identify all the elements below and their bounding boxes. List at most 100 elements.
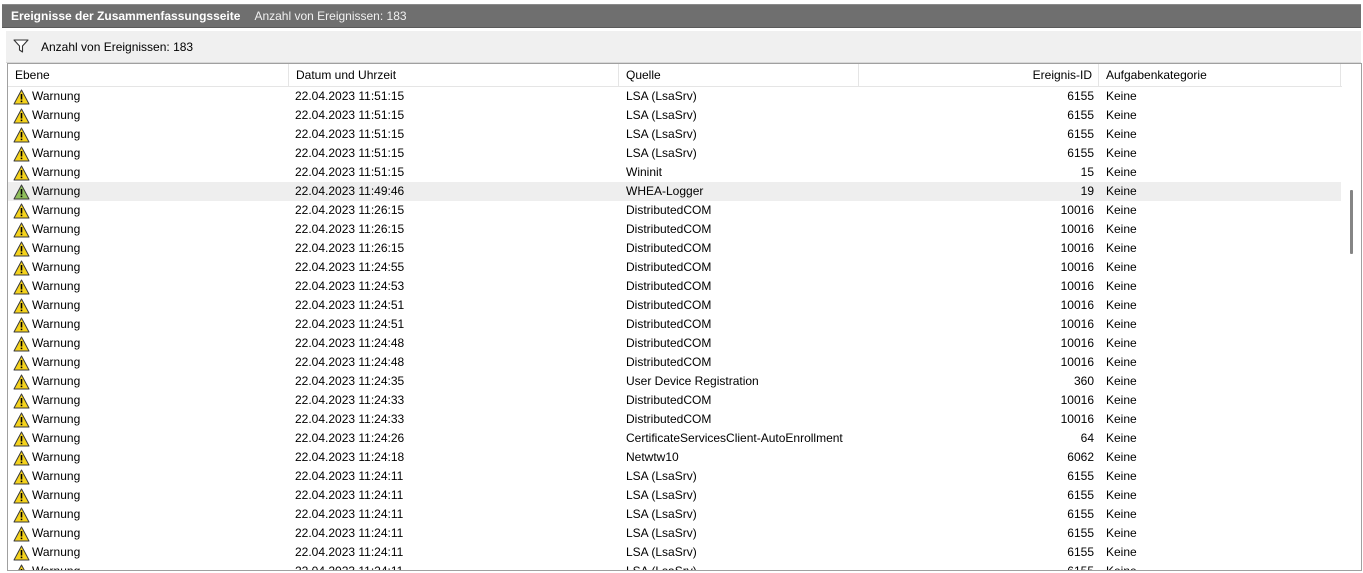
scrollbar-thumb[interactable] <box>1350 190 1353 254</box>
table-row[interactable]: Warnung 22.04.2023 11:24:11 LSA (LsaSrv) 61… <box>8 505 1341 524</box>
warning-icon <box>13 298 30 313</box>
level-cell: Warnung <box>13 524 283 543</box>
task-category-cell: Keine <box>1106 564 1137 571</box>
datetime-cell: 22.04.2023 11:51:15 <box>295 165 405 179</box>
table-row[interactable]: Warnung 22.04.2023 11:24:11 LSA (LsaSrv) 61… <box>8 562 1341 571</box>
source-cell: WHEA-Logger <box>626 184 704 198</box>
table-row[interactable]: Warnung 22.04.2023 11:24:33 DistributedCOM… <box>8 410 1341 429</box>
level-label: Warnung <box>32 222 81 236</box>
datetime-cell: 22.04.2023 11:24:55 <box>295 260 405 274</box>
level-cell: Warnung <box>13 163 283 182</box>
level-label: Warnung <box>32 469 81 483</box>
table-row[interactable]: Warnung 22.04.2023 11:24:11 LSA (LsaSrv) 61… <box>8 524 1341 543</box>
table-row[interactable]: Warnung 22.04.2023 11:24:51 DistributedCOM… <box>8 296 1341 315</box>
table-row[interactable]: Warnung 22.04.2023 11:51:15 LSA (LsaSrv) 61… <box>8 144 1341 163</box>
table-row[interactable]: Warnung 22.04.2023 11:26:15 DistributedCOM… <box>8 220 1341 239</box>
warning-icon <box>13 127 30 142</box>
level-cell: Warnung <box>13 277 283 296</box>
source-cell: DistributedCOM <box>626 412 712 426</box>
datetime-cell: 22.04.2023 11:24:48 <box>295 336 405 350</box>
event-id-cell: 6155 <box>1067 127 1094 141</box>
task-category-cell: Keine <box>1106 146 1137 160</box>
level-cell: Warnung <box>13 144 283 163</box>
warning-icon <box>13 89 30 104</box>
level-label: Warnung <box>32 526 81 540</box>
table-row[interactable]: Warnung 22.04.2023 11:24:11 LSA (LsaSrv) 61… <box>8 467 1341 486</box>
level-label: Warnung <box>32 89 81 103</box>
source-cell: User Device Registration <box>626 374 759 388</box>
warning-icon <box>13 526 30 541</box>
level-label: Warnung <box>32 241 81 255</box>
table-row[interactable]: Warnung 22.04.2023 11:26:15 DistributedCOM… <box>8 239 1341 258</box>
source-cell: DistributedCOM <box>626 279 712 293</box>
event-id-cell: 10016 <box>1060 203 1094 217</box>
table-row[interactable]: Warnung 22.04.2023 11:24:33 DistributedCOM… <box>8 391 1341 410</box>
table-row[interactable]: Warnung 22.04.2023 11:51:15 Wininit 15 Keine <box>8 163 1341 182</box>
task-category-cell: Keine <box>1106 431 1137 445</box>
table-row[interactable]: Warnung 22.04.2023 11:49:46 WHEA-Logger 19 K… <box>8 182 1341 201</box>
task-category-cell: Keine <box>1106 545 1137 559</box>
warning-icon <box>13 545 30 560</box>
table-row[interactable]: Warnung 22.04.2023 11:24:11 LSA (LsaSrv) 61… <box>8 486 1341 505</box>
table-row[interactable]: Warnung 22.04.2023 11:24:53 DistributedCOM… <box>8 277 1341 296</box>
table-row[interactable]: Warnung 22.04.2023 11:24:48 DistributedCOM… <box>8 334 1341 353</box>
warning-icon <box>13 507 30 522</box>
event-id-cell: 6155 <box>1067 507 1094 521</box>
table-row[interactable]: Warnung 22.04.2023 11:26:15 DistributedCOM… <box>8 201 1341 220</box>
table-row[interactable]: Warnung 22.04.2023 11:24:18 Netwtw10 6062 Ke… <box>8 448 1341 467</box>
source-cell: LSA (LsaSrv) <box>626 526 697 540</box>
source-cell: LSA (LsaSrv) <box>626 146 697 160</box>
warning-icon <box>13 165 30 180</box>
table-row[interactable]: Warnung 22.04.2023 11:24:35 User Device Re… <box>8 372 1341 391</box>
datetime-cell: 22.04.2023 11:24:11 <box>295 488 404 502</box>
task-category-cell: Keine <box>1106 469 1137 483</box>
warning-icon <box>13 317 30 332</box>
event-id-cell: 10016 <box>1060 298 1094 312</box>
level-cell: Warnung <box>13 125 283 144</box>
column-header-level[interactable]: Ebene <box>8 64 289 86</box>
panel-subtitle: Anzahl von Ereignissen: 183 <box>254 9 407 23</box>
table-row[interactable]: Warnung 22.04.2023 11:24:11 LSA (LsaSrv) 61… <box>8 543 1341 562</box>
source-cell: LSA (LsaSrv) <box>626 89 697 103</box>
table-row[interactable]: Warnung 22.04.2023 11:24:48 DistributedCOM… <box>8 353 1341 372</box>
table-row[interactable]: Warnung 22.04.2023 11:51:15 LSA (LsaSrv) 61… <box>8 125 1341 144</box>
table-row[interactable]: Warnung 22.04.2023 11:51:15 LSA (LsaSrv) 61… <box>8 106 1341 125</box>
source-cell: LSA (LsaSrv) <box>626 127 697 141</box>
datetime-cell: 22.04.2023 11:24:33 <box>295 412 405 426</box>
source-cell: DistributedCOM <box>626 393 712 407</box>
event-id-cell: 6062 <box>1067 450 1094 464</box>
datetime-cell: 22.04.2023 11:24:51 <box>295 298 405 312</box>
task-category-cell: Keine <box>1106 488 1137 502</box>
datetime-cell: 22.04.2023 11:24:48 <box>295 355 405 369</box>
vertical-scrollbar[interactable] <box>1342 64 1361 570</box>
level-label: Warnung <box>32 507 81 521</box>
level-cell: Warnung <box>13 467 283 486</box>
table-row[interactable]: Warnung 22.04.2023 11:24:55 DistributedCOM… <box>8 258 1341 277</box>
task-category-cell: Keine <box>1106 336 1137 350</box>
filter-icon[interactable] <box>12 37 30 55</box>
source-cell: LSA (LsaSrv) <box>626 564 697 571</box>
event-table[interactable]: Ebene Datum und Uhrzeit Quelle Ereignis-… <box>7 63 1362 571</box>
table-row[interactable]: Warnung 22.04.2023 11:51:15 LSA (LsaSrv) 61… <box>8 87 1341 106</box>
level-cell: Warnung <box>13 258 283 277</box>
panel-titlebar: Ereignisse der Zusammenfassungsseite Anz… <box>0 0 1363 30</box>
level-label: Warnung <box>32 108 81 122</box>
event-id-cell: 6155 <box>1067 545 1094 559</box>
datetime-cell: 22.04.2023 11:24:11 <box>295 469 404 483</box>
column-header-source[interactable]: Quelle <box>619 64 859 86</box>
column-header-datetime[interactable]: Datum und Uhrzeit <box>289 64 619 86</box>
column-header-event-id[interactable]: Ereignis-ID <box>859 64 1099 86</box>
level-cell: Warnung <box>13 106 283 125</box>
level-label: Warnung <box>32 355 81 369</box>
task-category-cell: Keine <box>1106 450 1137 464</box>
task-category-cell: Keine <box>1106 507 1137 521</box>
column-header-task-category[interactable]: Aufgabenkategorie <box>1099 64 1341 86</box>
table-row[interactable]: Warnung 22.04.2023 11:24:26 CertificateSer… <box>8 429 1341 448</box>
table-row[interactable]: Warnung 22.04.2023 11:24:51 DistributedCOM… <box>8 315 1341 334</box>
source-cell: DistributedCOM <box>626 222 712 236</box>
level-label: Warnung <box>32 336 81 350</box>
warning-icon <box>13 203 30 218</box>
level-cell: Warnung <box>13 315 283 334</box>
table-body: Warnung 22.04.2023 11:51:15 LSA (LsaSrv) 61… <box>8 87 1341 571</box>
event-id-cell: 6155 <box>1067 564 1094 571</box>
